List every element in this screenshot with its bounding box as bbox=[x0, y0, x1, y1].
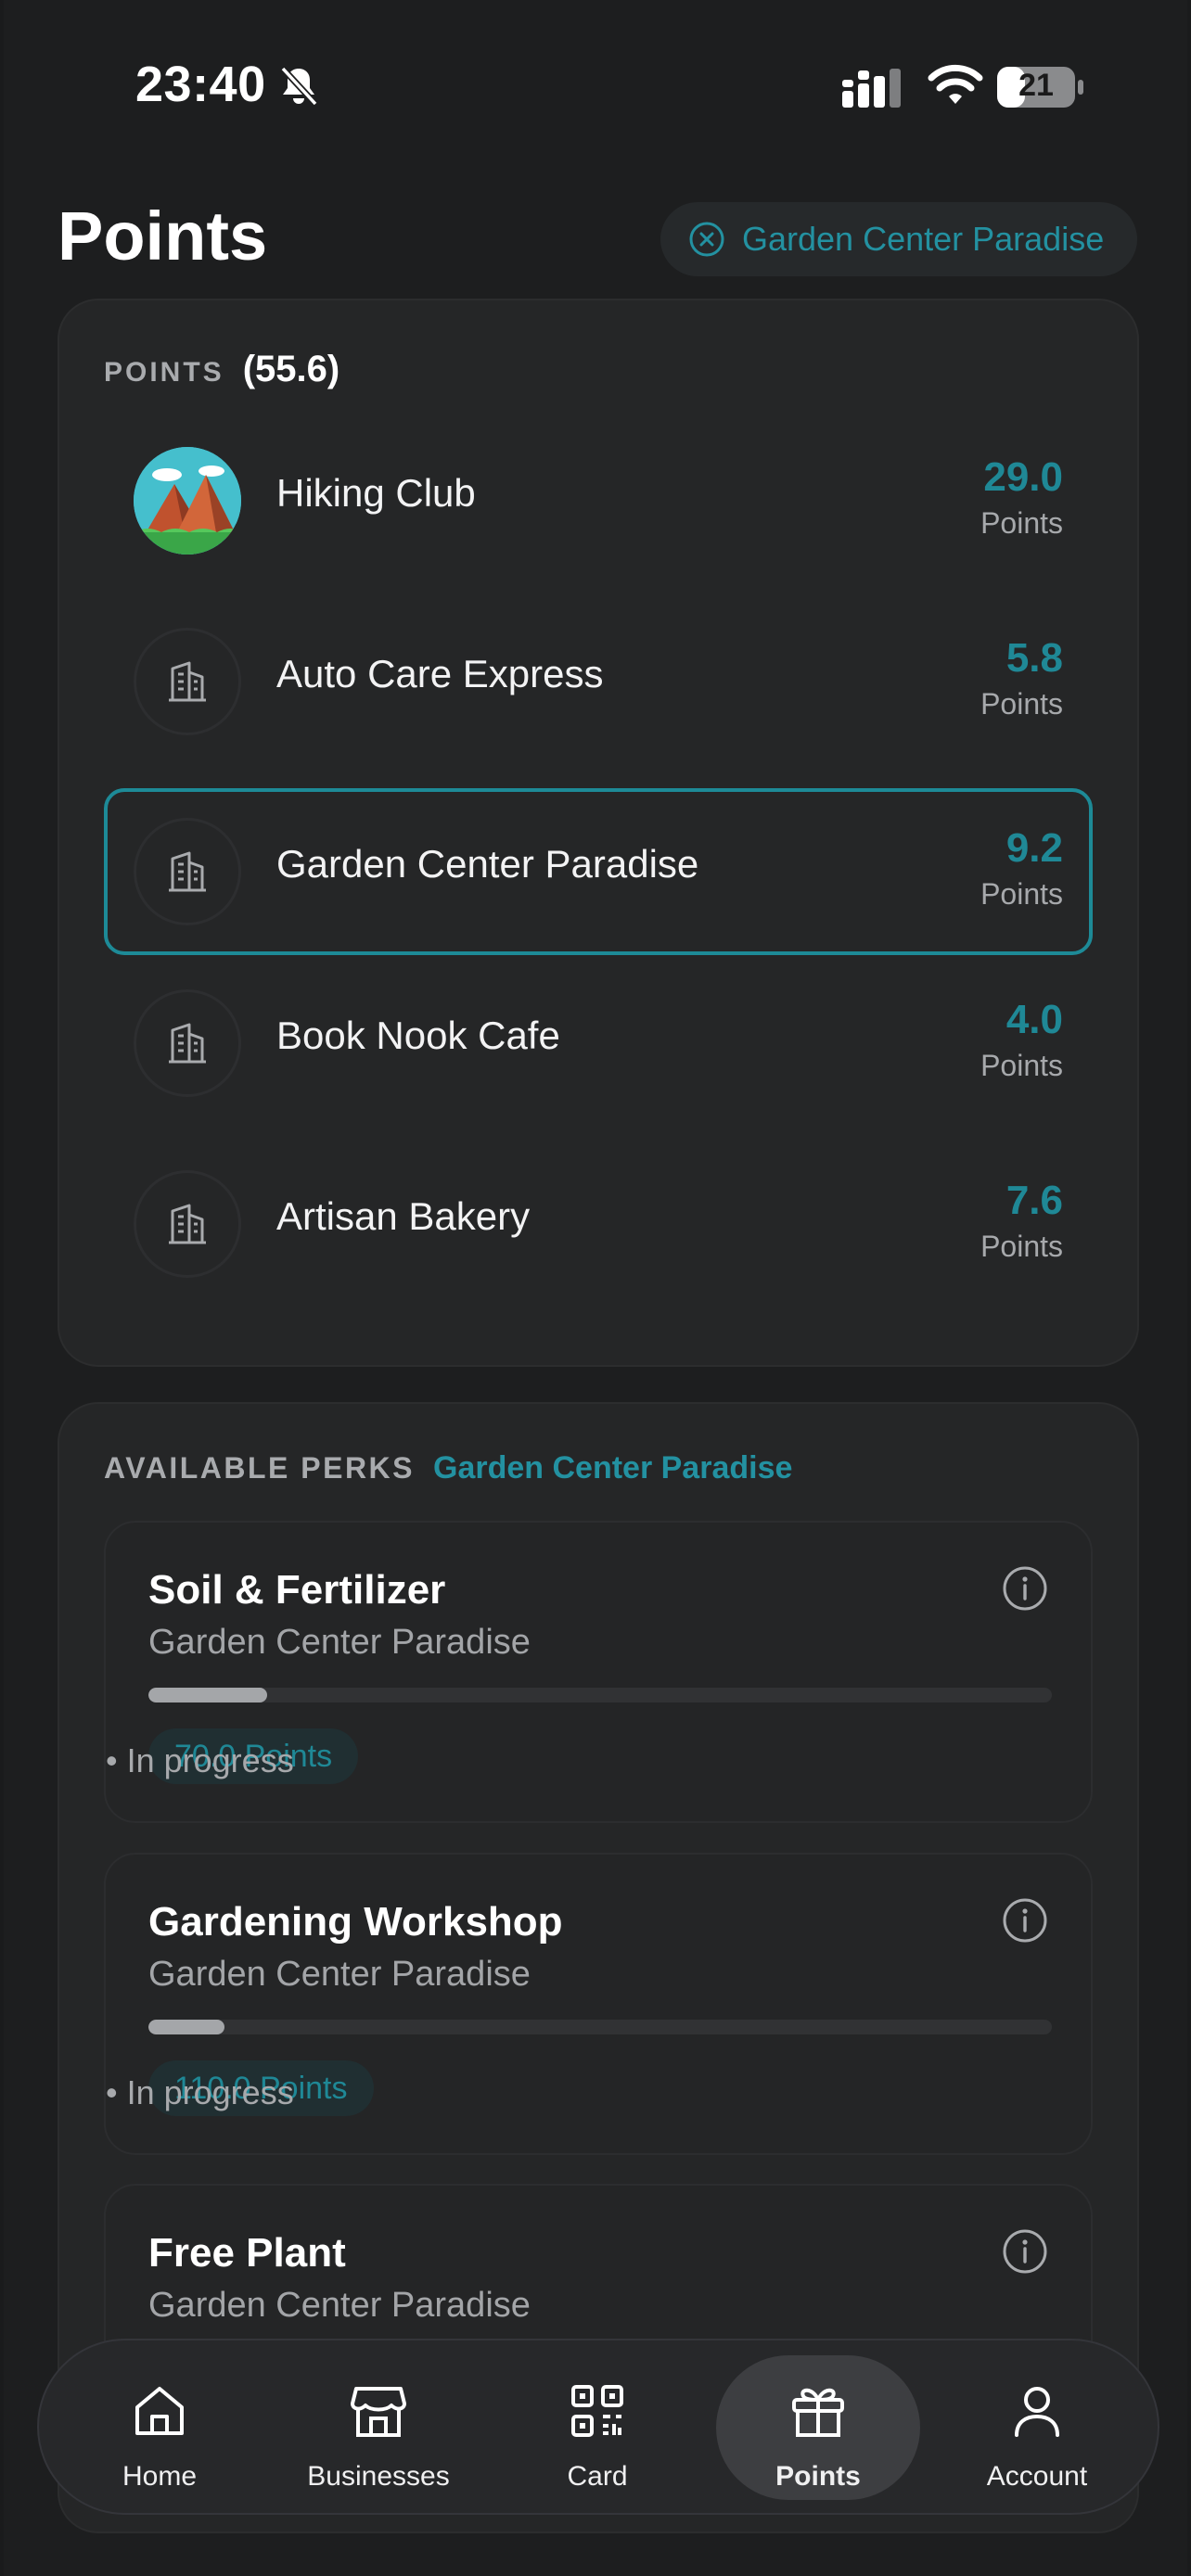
points-unit: Points bbox=[980, 687, 1063, 721]
battery-indicator: 21 bbox=[996, 65, 1085, 109]
points-label: POINTS bbox=[104, 357, 224, 388]
nav-label: Businesses bbox=[307, 2461, 450, 2492]
perk-progress-fill bbox=[148, 2020, 224, 2034]
business-name: Artisan Bakery bbox=[276, 1194, 531, 1238]
mountain-logo-icon bbox=[134, 447, 241, 555]
nav-label: Account bbox=[986, 2461, 1088, 2492]
perk-business: Garden Center Paradise bbox=[148, 1955, 531, 1994]
perk-card-soil-fertilizer[interactable]: Soil & Fertilizer Garden Center Paradise… bbox=[104, 1521, 1093, 1823]
status-time: 23:40 bbox=[135, 57, 266, 112]
business-avatar bbox=[134, 818, 241, 925]
page-title: Points bbox=[58, 198, 268, 274]
business-avatar bbox=[134, 1170, 241, 1278]
business-name: Hiking Club bbox=[276, 471, 476, 515]
perk-progress-bar bbox=[148, 2020, 1052, 2034]
building-icon bbox=[169, 851, 206, 892]
points-unit: Points bbox=[980, 877, 1063, 911]
app-screen: 23:40 21 Points Garden Center Paradise P… bbox=[4, 0, 1187, 2576]
points-card: POINTS (55.6) Hiking Club 29.0 Points Au… bbox=[58, 299, 1139, 1367]
business-row-hiking-club[interactable]: Hiking Club 29.0 Points bbox=[104, 417, 1093, 584]
perk-title: Gardening Workshop bbox=[148, 1899, 563, 1945]
points-unit: Points bbox=[980, 1230, 1063, 1263]
info-icon[interactable] bbox=[1002, 2228, 1048, 2275]
cellular-signal-icon bbox=[842, 69, 901, 108]
nav-account[interactable]: Account bbox=[935, 2355, 1139, 2500]
battery-level: 21 bbox=[1018, 68, 1054, 103]
wifi-icon bbox=[928, 64, 983, 104]
business-name: Auto Care Express bbox=[276, 652, 604, 695]
nav-home[interactable]: Home bbox=[58, 2355, 262, 2500]
building-icon bbox=[169, 661, 206, 702]
points-total: (55.6) bbox=[242, 349, 340, 389]
perks-header: AVAILABLE PERKS Garden Center Paradise bbox=[104, 1450, 792, 1486]
business-row-book-nook-cafe[interactable]: Book Nook Cafe 4.0 Points bbox=[104, 960, 1093, 1127]
perk-progress-fill bbox=[148, 1688, 267, 1702]
points-value: 29.0 bbox=[983, 454, 1063, 500]
nav-card[interactable]: Card bbox=[495, 2355, 699, 2500]
points-value: 5.8 bbox=[1005, 635, 1063, 681]
perk-title: Soil & Fertilizer bbox=[148, 1567, 446, 1613]
points-value: 9.2 bbox=[1005, 825, 1063, 871]
bottom-nav: Home Businesses Card Points Account bbox=[37, 2339, 1159, 2515]
bell-muted-icon bbox=[280, 66, 318, 107]
perk-business: Garden Center Paradise bbox=[148, 1623, 531, 1662]
nav-businesses[interactable]: Businesses bbox=[276, 2355, 480, 2500]
nav-label: Card bbox=[567, 2461, 628, 2492]
business-row-artisan-bakery[interactable]: Artisan Bakery 7.6 Points bbox=[104, 1141, 1093, 1307]
hiking-club-logo bbox=[134, 447, 241, 555]
user-icon bbox=[1015, 2387, 1059, 2437]
points-unit: Points bbox=[980, 506, 1063, 540]
perks-label: AVAILABLE PERKS bbox=[104, 1451, 415, 1485]
perk-title: Free Plant bbox=[148, 2230, 346, 2276]
perk-card-gardening-workshop[interactable]: Gardening Workshop Garden Center Paradis… bbox=[104, 1853, 1093, 2155]
business-row-garden-center-paradise[interactable]: Garden Center Paradise 9.2 Points bbox=[104, 788, 1093, 955]
filter-chip-label: Garden Center Paradise bbox=[742, 220, 1105, 258]
gift-icon bbox=[792, 2388, 844, 2437]
nav-label: Home bbox=[122, 2461, 198, 2492]
points-header: POINTS (55.6) bbox=[104, 349, 339, 390]
points-unit: Points bbox=[980, 1049, 1063, 1082]
business-avatar bbox=[134, 989, 241, 1097]
business-avatar bbox=[134, 628, 241, 735]
qr-code-icon bbox=[571, 2385, 623, 2437]
info-icon[interactable] bbox=[1002, 1897, 1048, 1944]
points-value: 7.6 bbox=[1005, 1178, 1063, 1223]
business-filter-chip[interactable]: Garden Center Paradise bbox=[660, 202, 1137, 276]
perk-progress-bar bbox=[148, 1688, 1052, 1702]
home-icon bbox=[135, 2387, 184, 2435]
perk-business: Garden Center Paradise bbox=[148, 2286, 531, 2325]
nav-points[interactable]: Points bbox=[716, 2355, 920, 2500]
business-name: Book Nook Cafe bbox=[276, 1014, 560, 1057]
building-icon bbox=[169, 1023, 206, 1064]
perks-business: Garden Center Paradise bbox=[433, 1450, 793, 1486]
business-row-auto-care-express[interactable]: Auto Care Express 5.8 Points bbox=[104, 598, 1093, 765]
info-icon[interactable] bbox=[1002, 1565, 1048, 1612]
nav-label: Points bbox=[775, 2461, 861, 2492]
points-value: 4.0 bbox=[1005, 997, 1063, 1042]
status-bar: 23:40 21 bbox=[4, 0, 1187, 176]
clear-filter-icon[interactable] bbox=[688, 221, 725, 258]
building-icon bbox=[169, 1204, 206, 1244]
business-name: Garden Center Paradise bbox=[276, 842, 699, 886]
store-icon bbox=[351, 2387, 406, 2437]
